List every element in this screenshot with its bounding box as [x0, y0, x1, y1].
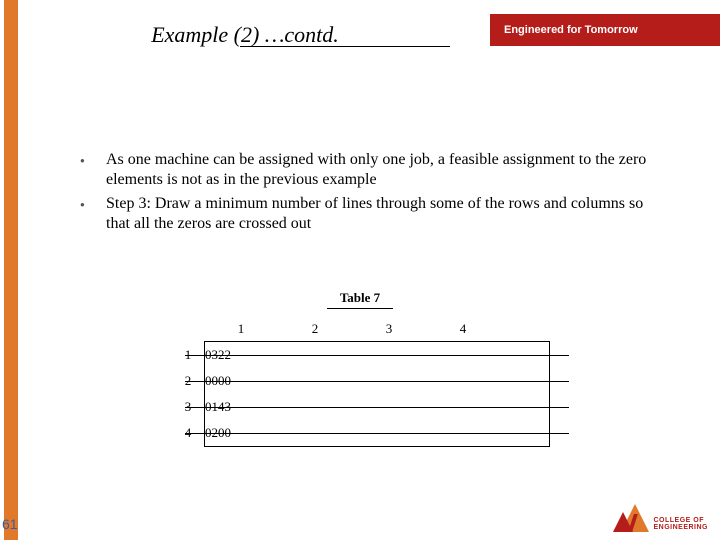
table-row: 3 0 1 4 3 — [205, 394, 549, 420]
strike-line-icon — [185, 407, 569, 408]
title-underline — [240, 46, 450, 47]
table-row: 4 0 2 0 0 — [205, 420, 549, 446]
logo-line1: COLLEGE OF — [653, 517, 708, 525]
col-header: 2 — [278, 321, 352, 337]
data-box: 1 0 3 2 2 2 0 0 0 0 — [204, 341, 550, 447]
slide-number: 61 — [2, 516, 18, 532]
table-row: 1 0 3 2 2 — [205, 342, 549, 368]
bullet-text: As one machine can be assigned with only… — [106, 150, 660, 190]
body: ● As one machine can be assigned with on… — [80, 150, 660, 238]
tagline-text: Engineered for Tomorrow — [504, 24, 638, 36]
strike-line-icon — [185, 433, 569, 434]
table-row: 2 0 0 0 0 — [205, 368, 549, 394]
strike-line-icon — [185, 381, 569, 382]
bullet-dot-icon: ● — [80, 150, 106, 190]
college-logo: COLLEGE OF ENGINEERING — [613, 502, 708, 532]
col-header: 1 — [204, 321, 278, 337]
slide: Engineered for Tomorrow Example (2) …con… — [0, 0, 720, 540]
col-header: 4 — [426, 321, 500, 337]
bullet-item: ● Step 3: Draw a minimum number of lines… — [80, 194, 660, 234]
logo-mark-icon — [613, 502, 649, 532]
bullet-item: ● As one machine can be assigned with on… — [80, 150, 660, 190]
table-figure: Table 7 1 2 3 4 1 0 3 2 2 — [170, 290, 550, 447]
table-caption: Table 7 — [170, 290, 550, 306]
logo-line2: ENGINEERING — [653, 524, 708, 532]
caption-underline — [327, 308, 393, 309]
bullet-text: Step 3: Draw a minimum number of lines t… — [106, 194, 660, 234]
banner-right: Engineered for Tomorrow — [490, 14, 720, 46]
bullet-dot-icon: ● — [80, 194, 106, 234]
matrix-table: 1 2 3 4 1 0 3 2 2 2 0 — [170, 321, 550, 447]
slide-title: Example (2) …contd. — [0, 22, 490, 48]
logo-text: COLLEGE OF ENGINEERING — [653, 517, 708, 532]
col-headers: 1 2 3 4 — [170, 321, 550, 337]
left-orange-bar — [4, 0, 18, 540]
strike-line-icon — [185, 355, 569, 356]
col-header: 3 — [352, 321, 426, 337]
